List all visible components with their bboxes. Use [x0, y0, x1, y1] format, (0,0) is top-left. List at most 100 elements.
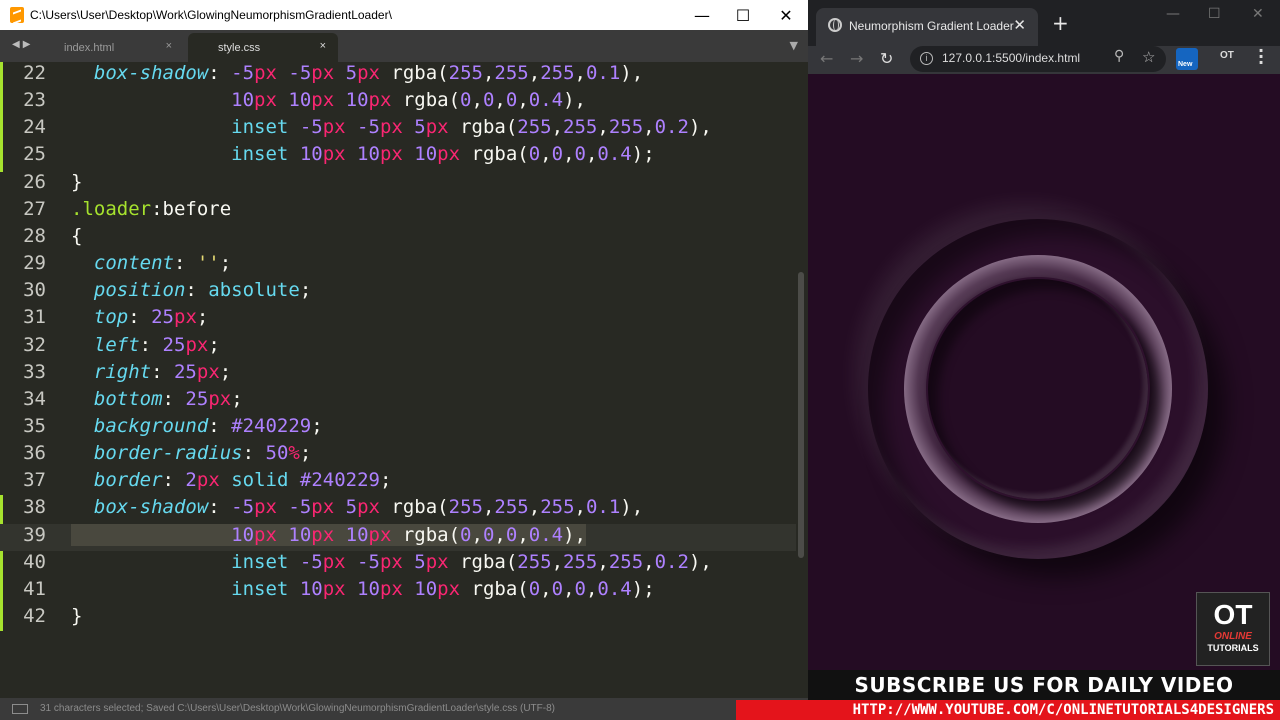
line-number: 32 — [23, 333, 46, 356]
code-text[interactable]: .loader:before — [71, 198, 231, 220]
editor-scrollbar[interactable] — [797, 62, 805, 698]
tab-nav-arrows-icon[interactable]: ◀▶ — [12, 39, 33, 50]
code-text[interactable]: inset -5px -5px 5px rgba(255,255,255,0.2… — [71, 116, 712, 138]
tab-style-css[interactable]: style.css × — [188, 33, 338, 62]
extension-ot-icon[interactable]: OT — [1220, 50, 1234, 61]
code-text[interactable]: position: absolute; — [71, 279, 311, 301]
code-text[interactable]: inset -5px -5px 5px rgba(255,255,255,0.2… — [71, 551, 712, 573]
code-line[interactable]: 25 inset 10px 10px 10px rgba(0,0,0,0.4); — [0, 143, 796, 170]
line-number: 25 — [23, 143, 46, 166]
star-icon[interactable]: ☆ — [1142, 48, 1155, 66]
code-text[interactable]: right: 25px; — [71, 361, 231, 383]
code-text[interactable]: box-shadow: -5px -5px 5px rgba(255,255,2… — [71, 62, 643, 84]
code-line[interactable]: 36 border-radius: 50%; — [0, 442, 796, 469]
code-line[interactable]: 38 box-shadow: -5px -5px 5px rgba(255,25… — [0, 496, 796, 523]
code-line[interactable]: 26} — [0, 171, 796, 198]
code-text[interactable]: box-shadow: -5px -5px 5px rgba(255,255,2… — [71, 496, 643, 518]
browser-close-button[interactable]: ✕ — [1252, 6, 1264, 22]
browser-window: Neumorphism Gradient Loader ✕ + — ☐ ✕ ← … — [808, 0, 1280, 720]
line-number: 35 — [23, 414, 46, 437]
scrollbar-thumb[interactable] — [798, 272, 804, 558]
panel-toggle-icon[interactable] — [12, 704, 28, 714]
code-line[interactable]: 23 10px 10px 10px rgba(0,0,0,0.4), — [0, 89, 796, 116]
status-text: 31 characters selected; Saved C:\Users\U… — [40, 703, 555, 714]
code-text[interactable]: 10px 10px 10px rgba(0,0,0,0.4), — [71, 89, 586, 111]
line-number: 37 — [23, 469, 46, 492]
code-line[interactable]: 27 .loader:before — [0, 198, 796, 225]
url-text[interactable]: 127.0.0.1:5500/index.html — [942, 51, 1080, 65]
browser-tabbar: Neumorphism Gradient Loader ✕ + — ☐ ✕ — [808, 0, 1280, 46]
code-text[interactable]: } — [71, 605, 82, 627]
arrow-left-icon[interactable]: ← — [820, 49, 833, 68]
code-text[interactable]: } — [71, 171, 82, 193]
line-number: 28 — [23, 224, 46, 247]
address-bar[interactable]: i 127.0.0.1:5500/index.html ⚲ ☆ — [910, 46, 1166, 72]
tab-label: style.css — [218, 42, 261, 54]
sublime-text-icon — [10, 7, 24, 23]
code-area[interactable]: 22 box-shadow: -5px -5px 5px rgba(255,25… — [0, 62, 796, 698]
info-icon[interactable]: i — [920, 52, 933, 65]
code-line[interactable]: 28 { — [0, 225, 796, 252]
code-text[interactable]: left: 25px; — [71, 334, 220, 356]
code-text[interactable]: top: 25px; — [71, 306, 208, 328]
subscribe-banner: SUBSCRIBE US FOR DAILY VIDEO — [808, 670, 1280, 700]
tab-label: index.html — [64, 42, 115, 54]
code-line[interactable]: 37 border: 2px solid #240229; — [0, 469, 796, 496]
code-text[interactable]: bottom: 25px; — [71, 388, 243, 410]
line-number: 22 — [23, 62, 46, 84]
reload-icon[interactable]: ↻ — [880, 49, 893, 68]
code-line[interactable]: 24 inset -5px -5px 5px rgba(255,255,255,… — [0, 116, 796, 143]
close-tab-icon[interactable]: × — [166, 40, 172, 52]
minimize-button[interactable]: — — [680, 0, 724, 30]
logo-small-text: TUTORIALS — [1207, 643, 1259, 653]
kebab-menu-icon[interactable]: · · · — [1258, 43, 1264, 71]
arrow-right-icon[interactable]: → — [850, 49, 863, 68]
line-number: 24 — [23, 116, 46, 139]
code-line[interactable]: 41 inset 10px 10px 10px rgba(0,0,0,0.4); — [0, 578, 796, 605]
globe-icon — [828, 18, 842, 32]
code-text[interactable]: inset 10px 10px 10px rgba(0,0,0,0.4); — [71, 578, 654, 600]
code-line[interactable]: 34 bottom: 25px; — [0, 388, 796, 415]
line-number: 30 — [23, 279, 46, 302]
code-line[interactable]: 32 left: 25px; — [0, 334, 796, 361]
browser-maximize-button[interactable]: ☐ — [1208, 6, 1221, 22]
close-button[interactable]: ✕ — [764, 0, 808, 30]
browser-minimize-button[interactable]: — — [1166, 6, 1180, 22]
zoom-icon[interactable]: ⚲ — [1114, 48, 1124, 64]
editor-titlebar: C:\Users\User\Desktop\Work\GlowingNeumor… — [0, 0, 808, 30]
line-number: 33 — [23, 360, 46, 383]
close-tab-icon[interactable]: ✕ — [1013, 16, 1026, 34]
loader-inner-circle — [926, 277, 1150, 501]
channel-url-banner: HTTP://WWW.YOUTUBE.COM/C/ONLINETUTORIALS… — [736, 700, 1280, 720]
tab-dropdown-icon[interactable]: ▼ — [790, 39, 798, 52]
code-line[interactable]: 31 top: 25px; — [0, 306, 796, 333]
code-text[interactable]: inset 10px 10px 10px rgba(0,0,0,0.4); — [71, 143, 654, 165]
code-line[interactable]: 35 background: #240229; — [0, 415, 796, 442]
code-line[interactable]: 33 right: 25px; — [0, 361, 796, 388]
code-line[interactable]: 42} — [0, 605, 796, 632]
extension-new-icon[interactable]: New — [1176, 48, 1198, 70]
line-number: 36 — [23, 442, 46, 465]
code-text[interactable]: border-radius: 50%; — [71, 442, 311, 464]
line-number: 26 — [23, 170, 46, 193]
line-number: 40 — [23, 550, 46, 573]
code-line[interactable]: 39 10px 10px 10px rgba(0,0,0,0.4), — [0, 523, 796, 551]
code-line[interactable]: 29 content: ''; — [0, 252, 796, 279]
code-text[interactable]: background: #240229; — [71, 415, 323, 437]
line-number: 39 — [23, 523, 46, 546]
new-tab-button[interactable]: + — [1052, 11, 1069, 35]
code-line[interactable]: 30 position: absolute; — [0, 279, 796, 306]
code-text[interactable]: 10px 10px 10px rgba(0,0,0,0.4), — [71, 523, 586, 546]
line-number: 41 — [23, 577, 46, 600]
code-text[interactable]: content: ''; — [71, 252, 231, 274]
code-line[interactable]: 22 box-shadow: -5px -5px 5px rgba(255,25… — [0, 62, 796, 89]
code-line[interactable]: 40 inset -5px -5px 5px rgba(255,255,255,… — [0, 551, 796, 578]
browser-tab-active[interactable]: Neumorphism Gradient Loader ✕ — [816, 8, 1038, 46]
line-number: 27 — [23, 197, 46, 220]
code-text[interactable]: { — [71, 225, 82, 247]
maximize-button[interactable]: ☐ — [721, 0, 765, 30]
line-number: 42 — [23, 605, 46, 627]
tab-index-html[interactable]: index.html × — [34, 33, 184, 62]
close-tab-icon[interactable]: × — [320, 40, 326, 52]
code-text[interactable]: border: 2px solid #240229; — [71, 469, 392, 491]
